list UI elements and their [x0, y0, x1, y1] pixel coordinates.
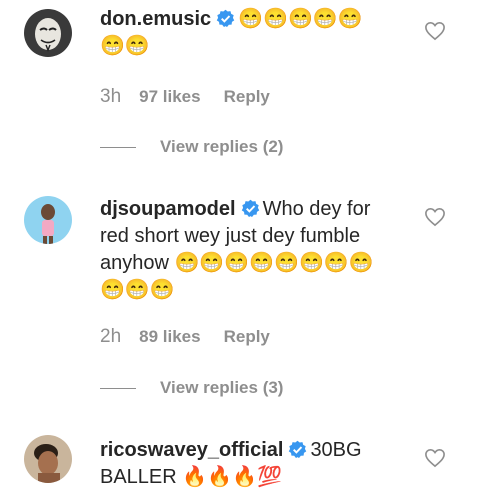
comment-meta: 2h 89 likes Reply: [100, 326, 270, 348]
verified-badge-icon: [289, 440, 307, 458]
view-replies[interactable]: View replies (3): [100, 378, 283, 398]
divider-line: [100, 147, 136, 149]
comment-time: 3h: [100, 86, 122, 107]
verified-badge-icon: [216, 9, 235, 27]
comment-time: 2h: [100, 326, 122, 347]
verified-badge-icon: [241, 199, 259, 217]
comment-meta: 3h 97 likes Reply: [100, 86, 270, 108]
view-replies-label[interactable]: View replies (3): [160, 378, 283, 397]
avatar[interactable]: [24, 9, 72, 57]
avatar[interactable]: [24, 435, 72, 483]
heart-outline-icon[interactable]: [424, 21, 446, 41]
heart-outline-icon[interactable]: [424, 448, 446, 468]
comment-username[interactable]: don.emusic: [100, 8, 211, 30]
heart-outline-icon[interactable]: [424, 207, 446, 227]
comment-username[interactable]: djsoupamodel: [100, 198, 236, 220]
divider-line: [100, 388, 136, 390]
avatar[interactable]: [24, 196, 72, 244]
view-replies-label[interactable]: View replies (2): [160, 137, 283, 156]
reply-button[interactable]: Reply: [224, 327, 270, 346]
reply-button[interactable]: Reply: [224, 87, 270, 106]
view-replies[interactable]: View replies (2): [100, 137, 283, 157]
likes-count[interactable]: 89 likes: [139, 327, 200, 346]
likes-count[interactable]: 97 likes: [139, 87, 200, 106]
comment-username[interactable]: ricoswavey_official: [100, 439, 283, 461]
